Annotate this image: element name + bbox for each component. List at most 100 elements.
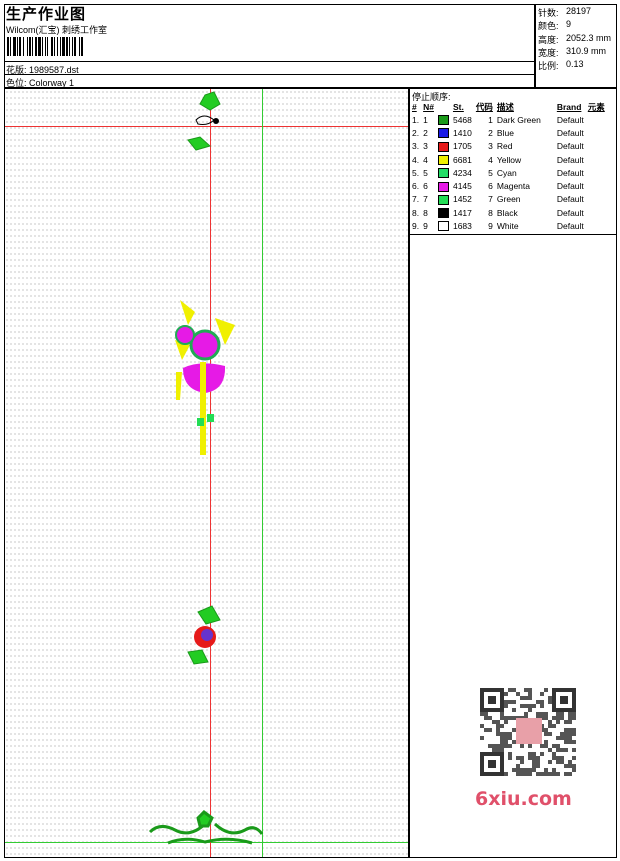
row-description: Green xyxy=(496,194,521,205)
middle-flower-motif xyxy=(175,300,235,455)
row-element xyxy=(586,179,607,192)
table-row: 9. 9 1683 9 White Default xyxy=(410,219,607,232)
row-swatch xyxy=(436,219,451,232)
row-stitches: 1410 xyxy=(452,127,472,138)
color-swatch xyxy=(437,194,449,205)
row-description: Dark Green xyxy=(496,114,541,125)
row-number: 1 xyxy=(423,114,428,125)
site-watermark: 6xiu.com xyxy=(475,788,572,810)
color-swatch xyxy=(437,115,449,126)
row-swatch xyxy=(436,113,451,126)
table-row: 1. 1 5468 1 Dark Green Default xyxy=(410,113,607,126)
row-brand: Default xyxy=(556,207,584,218)
col-description: 描述 xyxy=(496,101,514,112)
table-row: 8. 8 1417 8 Black Default xyxy=(410,206,607,219)
row-stitches: 1683 xyxy=(452,221,472,232)
table-row: 2. 2 1410 2 Blue Default xyxy=(410,126,607,139)
row-swatch xyxy=(436,166,451,179)
row-brand: Default xyxy=(556,154,584,165)
row-number: 6 xyxy=(423,181,428,192)
table-row: 6. 6 4145 6 Magenta Default xyxy=(410,179,607,192)
qr-code-watermark xyxy=(472,682,584,782)
row-swatch xyxy=(436,126,451,139)
row-stitches: 4234 xyxy=(452,167,472,178)
row-number: 3 xyxy=(423,141,428,152)
table-row: 5. 5 4234 5 Cyan Default xyxy=(410,166,607,179)
row-index: 7. xyxy=(412,194,420,205)
row-element xyxy=(586,140,607,153)
row-swatch xyxy=(436,206,451,219)
row-number: 5 xyxy=(423,167,428,178)
row-code: 8 xyxy=(488,207,493,218)
row-code: 4 xyxy=(488,154,493,165)
col-code: 代码 xyxy=(475,101,493,112)
col-stitches: St. xyxy=(452,101,464,112)
color-swatch xyxy=(437,154,449,165)
row-brand: Default xyxy=(556,127,584,138)
row-description: Magenta xyxy=(496,181,530,192)
row-element xyxy=(586,166,607,179)
row-stitches: 1705 xyxy=(452,141,472,152)
row-number: 2 xyxy=(423,127,428,138)
col-brand: Brand xyxy=(556,101,582,112)
color-swatch xyxy=(437,168,449,179)
row-code: 1 xyxy=(488,114,493,125)
row-brand: Default xyxy=(556,114,584,125)
row-description: Red xyxy=(496,141,513,152)
row-stitches: 6681 xyxy=(452,154,472,165)
row-code: 9 xyxy=(488,221,493,232)
row-code: 6 xyxy=(488,181,493,192)
bottom-scroll-motif xyxy=(148,810,264,845)
row-swatch xyxy=(436,140,451,153)
stop-sequence-table: # N# St. 代码 描述 Brand 元素 1. 1 5468 1 Dark Gre… xyxy=(410,100,607,233)
row-description: Black xyxy=(496,207,518,218)
rose-motif xyxy=(187,605,221,665)
row-description: Blue xyxy=(496,127,514,138)
top-leaf-motif xyxy=(187,91,221,151)
table-row: 4. 4 6681 4 Yellow Default xyxy=(410,153,607,166)
row-stitches: 4145 xyxy=(452,181,472,192)
row-description: Yellow xyxy=(496,154,522,165)
color-swatch xyxy=(437,128,449,139)
row-element xyxy=(586,153,607,166)
row-stitches: 5468 xyxy=(452,114,472,125)
row-brand: Default xyxy=(556,221,584,232)
row-number: 4 xyxy=(423,154,428,165)
color-swatch xyxy=(437,221,449,232)
row-element xyxy=(586,126,607,139)
row-number: 9 xyxy=(423,221,428,232)
row-index: 9. xyxy=(412,221,420,232)
row-description: Cyan xyxy=(496,167,517,178)
row-element xyxy=(586,219,607,232)
row-number: 8 xyxy=(423,207,428,218)
row-swatch xyxy=(436,153,451,166)
row-index: 2. xyxy=(412,127,420,138)
row-index: 3. xyxy=(412,141,420,152)
color-swatch xyxy=(437,141,449,152)
row-stitches: 1417 xyxy=(452,207,472,218)
row-element xyxy=(586,206,607,219)
row-element xyxy=(586,193,607,206)
row-brand: Default xyxy=(556,167,584,178)
col-index: # xyxy=(412,101,417,112)
color-swatch xyxy=(437,208,449,219)
col-number: N# xyxy=(423,101,434,112)
table-row: 7. 7 1452 7 Green Default xyxy=(410,193,607,206)
row-code: 3 xyxy=(488,141,493,152)
row-brand: Default xyxy=(556,194,584,205)
color-swatch xyxy=(437,181,449,192)
stop-sequence-divider xyxy=(409,234,617,235)
row-code: 2 xyxy=(488,127,493,138)
row-brand: Default xyxy=(556,181,584,192)
row-element xyxy=(586,113,607,126)
row-description: White xyxy=(496,221,519,232)
row-index: 8. xyxy=(412,207,420,218)
row-swatch xyxy=(436,193,451,206)
row-stitches: 1452 xyxy=(452,194,472,205)
row-brand: Default xyxy=(556,141,584,152)
row-code: 7 xyxy=(488,194,493,205)
row-index: 5. xyxy=(412,167,420,178)
row-index: 6. xyxy=(412,181,420,192)
col-element: 元素 xyxy=(587,101,605,112)
row-index: 1. xyxy=(412,114,420,125)
